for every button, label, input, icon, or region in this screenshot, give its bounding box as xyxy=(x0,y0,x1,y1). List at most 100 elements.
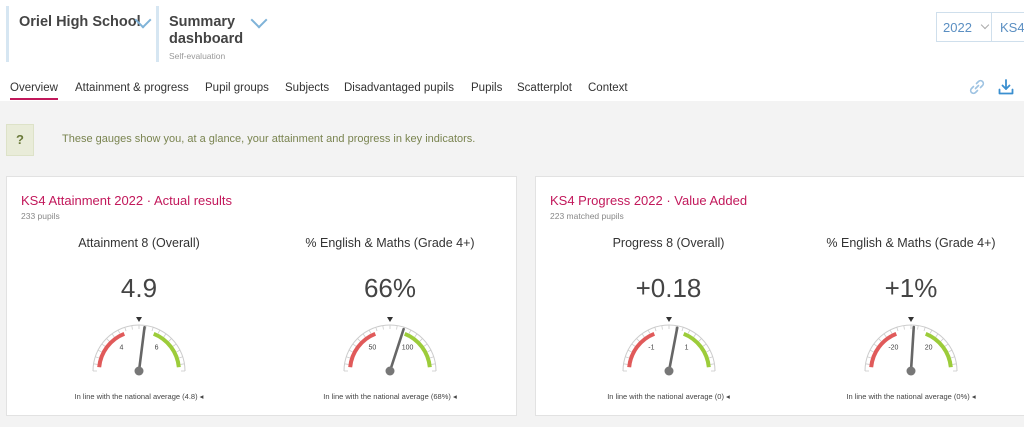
dashboard-subtitle: Self-evaluation xyxy=(169,51,226,61)
gauge-target-marker xyxy=(387,317,393,322)
tab-bar: Overview Attainment & progress Pupil gro… xyxy=(0,76,1024,101)
gauge-tick xyxy=(131,325,133,330)
metric-progress-8: Progress 8 (Overall) +0.18 -1 1 In line w… xyxy=(536,177,801,417)
gauge-low-label: 50 xyxy=(369,345,377,352)
gauge-high-label: 100 xyxy=(402,345,414,352)
gauge-tick xyxy=(97,349,102,353)
gauge-tick xyxy=(423,343,428,347)
gauge-tick xyxy=(705,349,710,353)
attainment-card: KS4 Attainment 2022 · Actual results 233… xyxy=(6,176,517,416)
gauge-tick xyxy=(903,325,905,330)
gauge-tick xyxy=(923,327,926,332)
gauge-tick xyxy=(878,338,882,342)
gauge-tick xyxy=(352,343,357,347)
gauge: -1 1 xyxy=(622,317,715,376)
gauge-tick xyxy=(952,363,957,365)
gauge-tick xyxy=(419,338,423,342)
tab-pupils[interactable]: Pupils xyxy=(471,82,502,94)
gauge-tick xyxy=(865,363,870,365)
gauge-tick xyxy=(346,356,351,359)
gauge-tick xyxy=(396,325,398,330)
gauge-tick xyxy=(157,329,161,334)
gauge-tick xyxy=(627,349,632,353)
key-stage-value: KS4 xyxy=(1000,20,1024,35)
metric-title: % English & Maths (Grade 4+) xyxy=(826,236,996,250)
metric-value: 4.9 xyxy=(120,273,158,303)
gauge: 46 xyxy=(92,317,186,376)
year-selector[interactable]: 2022 xyxy=(936,12,992,42)
gauge-tick xyxy=(950,356,955,359)
gauge-tick xyxy=(362,333,366,338)
metric-title: % English & Maths (Grade 4+) xyxy=(305,236,475,250)
gauge-tick xyxy=(408,329,412,334)
gauge-tick xyxy=(929,329,933,334)
gauge-tick xyxy=(653,327,656,332)
gauge-tick xyxy=(348,349,353,353)
gauge-tick xyxy=(623,363,628,365)
gauge-tick xyxy=(660,325,663,330)
gauge-tick xyxy=(427,349,432,353)
dashboard-title-line2: dashboard xyxy=(169,31,244,47)
gauge-tick xyxy=(106,338,110,342)
gauge-tick xyxy=(357,338,361,342)
gauge-hub xyxy=(906,366,916,376)
gauge-tick xyxy=(896,327,899,332)
gauge-tick xyxy=(414,333,418,338)
gauge-tick xyxy=(635,338,640,342)
gauge-tick xyxy=(709,363,714,365)
gauge-tick xyxy=(344,363,349,365)
gauge-tick xyxy=(101,343,106,347)
metric-title: Progress 8 (Overall) xyxy=(612,236,725,250)
link-icon[interactable] xyxy=(968,78,986,96)
help-icon[interactable]: ? xyxy=(6,124,34,156)
dashboard-selector[interactable]: Summary dashboard Self-evaluation xyxy=(156,6,276,62)
gauge-target-marker xyxy=(136,317,142,322)
metric-footer[interactable]: In line with the national average (0) ◂ xyxy=(536,392,801,401)
gauge-tick xyxy=(641,333,645,338)
info-text: These gauges show you, at a glance, your… xyxy=(62,133,476,145)
gauge-target-marker xyxy=(908,317,914,322)
gauge-tick xyxy=(93,363,98,365)
gauge-tick xyxy=(431,363,436,365)
gauge-tick xyxy=(624,356,629,359)
gauge-needle xyxy=(137,326,146,373)
gauge: -20 20 xyxy=(864,317,958,376)
download-icon[interactable] xyxy=(997,78,1015,96)
gauge-tick xyxy=(178,356,183,359)
gauge-tick xyxy=(631,343,635,347)
gauge-tick xyxy=(708,356,713,359)
gauge-tick xyxy=(687,329,690,334)
tab-overview[interactable]: Overview xyxy=(10,82,58,100)
metric-english-maths: % English & Maths (Grade 4+) 66% 50 100 I… xyxy=(262,177,518,417)
metric-value: +1% xyxy=(884,273,938,303)
tab-scatterplot[interactable]: Scatterplot xyxy=(517,82,572,94)
gauge-tick xyxy=(176,349,181,353)
metric-footer[interactable]: In line with the national average (68%) … xyxy=(262,392,518,401)
gauge-high-label: 20 xyxy=(925,345,933,352)
gauge-tick xyxy=(180,363,185,365)
gauge-tick xyxy=(647,329,650,334)
gauge-low-label: -20 xyxy=(888,345,898,352)
tab-pupil-groups[interactable]: Pupil groups xyxy=(205,82,269,94)
gauge-tick xyxy=(697,338,702,342)
gauge-tick xyxy=(869,349,874,353)
gauge-tick xyxy=(889,329,893,334)
metric-attainment-8: Attainment 8 (Overall) 4.9 46 In line wi… xyxy=(7,177,271,417)
gauge-hub xyxy=(134,366,144,376)
gauge-tick xyxy=(368,329,372,334)
year-value: 2022 xyxy=(943,20,972,35)
gauge-hub xyxy=(664,366,673,376)
gauge-low-label: -1 xyxy=(648,345,654,352)
tab-subjects[interactable]: Subjects xyxy=(285,82,329,94)
gauge-tick xyxy=(95,356,100,359)
school-selector[interactable]: Oriel High School xyxy=(6,6,154,62)
tab-attainment-progress[interactable]: Attainment & progress xyxy=(75,82,189,94)
gauge-tick xyxy=(702,343,706,347)
metric-value: +0.18 xyxy=(635,273,702,303)
metric-footer[interactable]: In line with the national average (4.8) … xyxy=(7,392,271,401)
tab-disadvantaged-pupils[interactable]: Disadvantaged pupils xyxy=(344,82,454,94)
key-stage-selector[interactable]: KS4 xyxy=(992,12,1024,42)
metric-footer[interactable]: In line with the national average (0%) ◂ xyxy=(791,392,1024,401)
tab-context[interactable]: Context xyxy=(588,82,628,94)
gauge-hub xyxy=(385,366,395,376)
